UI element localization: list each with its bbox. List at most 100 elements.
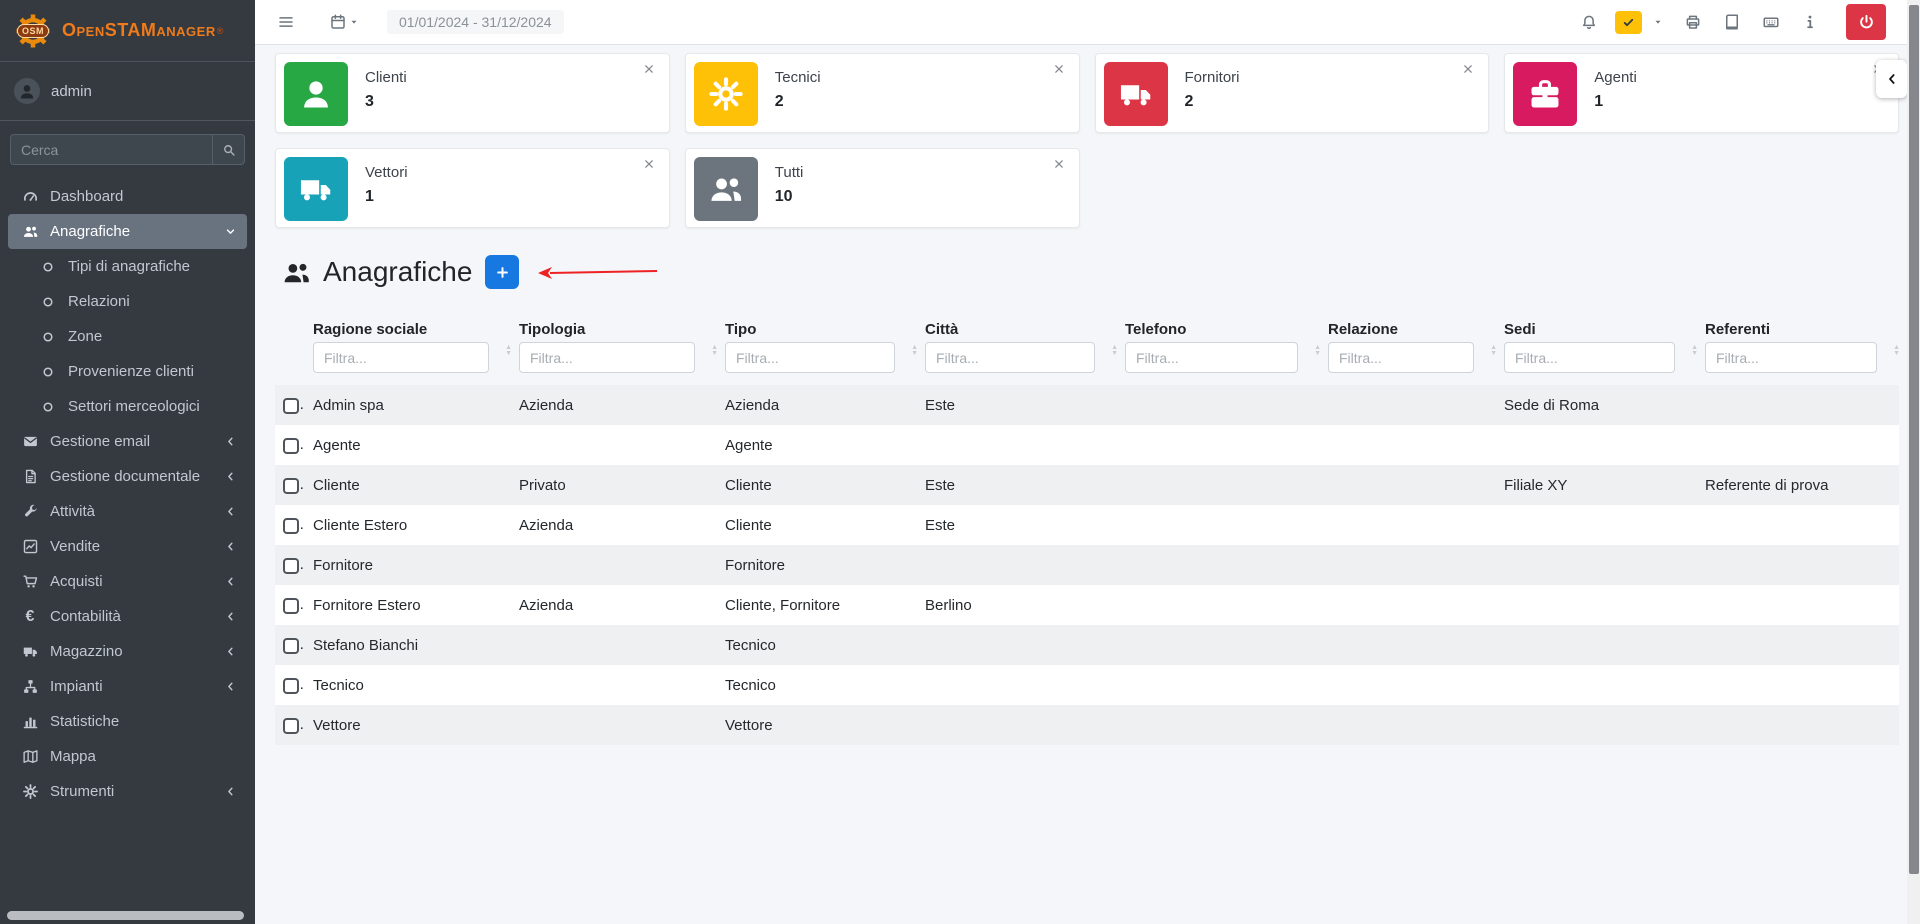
- date-range-label[interactable]: 01/01/2024 - 31/12/2024: [387, 10, 564, 34]
- cell-relazione: [1320, 505, 1496, 545]
- page-scrollbar-track[interactable]: [1907, 0, 1920, 924]
- sidebar-item-magazzino[interactable]: Magazzino: [8, 634, 247, 669]
- widgets-collapse-button[interactable]: [1876, 60, 1907, 98]
- sidebar-item-impianti[interactable]: Impianti: [8, 669, 247, 704]
- cell-tipologia: [511, 705, 717, 745]
- table-body: Admin spaAziendaAziendaEsteSede di RomaA…: [275, 385, 1899, 745]
- column-header-sedi[interactable]: Sedi: [1496, 319, 1697, 342]
- add-record-button[interactable]: [485, 255, 519, 289]
- cell-citt: Este: [917, 505, 1117, 545]
- sidebar-item-contabilit[interactable]: €Contabilità: [8, 599, 247, 634]
- filter-input-telefono[interactable]: [1125, 342, 1298, 373]
- circle-icon: [36, 365, 60, 379]
- row-checkbox[interactable]: [283, 518, 299, 534]
- filter-input-relazione[interactable]: [1328, 342, 1474, 373]
- keyboard-button[interactable]: [1758, 9, 1784, 35]
- search-button[interactable]: [212, 134, 245, 165]
- sidebar-item-anagrafiche[interactable]: Anagrafiche: [8, 214, 247, 249]
- sidebar-item-relazioni[interactable]: Relazioni: [8, 284, 247, 319]
- sidebar-item-gestione-documentale[interactable]: Gestione documentale: [8, 459, 247, 494]
- cell-sedi: [1496, 505, 1697, 545]
- table-row-stefano-bianchi[interactable]: Stefano BianchiTecnico: [275, 625, 1899, 665]
- sidebar-horizontal-scrollbar[interactable]: [7, 911, 244, 920]
- sidebar-item-mappa[interactable]: Mappa: [8, 739, 247, 774]
- column-header-citt[interactable]: Città: [917, 319, 1117, 342]
- plus-icon: [495, 265, 510, 280]
- column-header-tipo[interactable]: Tipo: [717, 319, 917, 342]
- sidebar-item-label: Settori merceologici: [68, 398, 200, 415]
- cell-relazione: [1320, 625, 1496, 665]
- cell-sedi: [1496, 585, 1697, 625]
- bell-button[interactable]: [1576, 9, 1602, 35]
- table-row-tecnico[interactable]: TecnicoTecnico: [275, 665, 1899, 705]
- sidebar-item-gestione-email[interactable]: Gestione email: [8, 424, 247, 459]
- widget-body: Vettori1: [365, 157, 408, 219]
- widget-card-tecnici[interactable]: Tecnici2: [685, 53, 1080, 133]
- sidebar-item-statistiche[interactable]: Statistiche: [8, 704, 247, 739]
- sidebar-item-zone[interactable]: Zone: [8, 319, 247, 354]
- row-checkbox[interactable]: [283, 638, 299, 654]
- filter-input-citt[interactable]: [925, 342, 1095, 373]
- sidebar-item-vendite[interactable]: Vendite: [8, 529, 247, 564]
- check-warning-button[interactable]: [1615, 11, 1642, 34]
- info-button[interactable]: [1797, 9, 1823, 35]
- brand[interactable]: OSM OpenSTAManager®: [0, 0, 255, 62]
- column-header-tipologia[interactable]: Tipologia: [511, 319, 717, 342]
- user-panel[interactable]: admin: [0, 62, 255, 121]
- row-checkbox[interactable]: [283, 398, 299, 414]
- sidebar-item-tipi-di-anagrafiche[interactable]: Tipi di anagrafiche: [8, 249, 247, 284]
- widget-close-button[interactable]: [1052, 62, 1066, 79]
- widget-close-button[interactable]: [642, 62, 656, 79]
- widget-card-vettori[interactable]: Vettori1: [275, 148, 670, 228]
- table-row-admin-spa[interactable]: Admin spaAziendaAziendaEsteSede di Roma: [275, 385, 1899, 425]
- filter-input-ragione-sociale[interactable]: [313, 342, 489, 373]
- row-checkbox[interactable]: [283, 558, 299, 574]
- filter-input-tipo[interactable]: [725, 342, 895, 373]
- table-row-fornitore-estero[interactable]: Fornitore EsteroAziendaCliente, Fornitor…: [275, 585, 1899, 625]
- widget-close-button[interactable]: [1052, 157, 1066, 174]
- filter-input-tipologia[interactable]: [519, 342, 695, 373]
- printer-button[interactable]: [1680, 9, 1706, 35]
- sidebar-item-strumenti[interactable]: Strumenti: [8, 774, 247, 809]
- column-header-referenti[interactable]: Referenti: [1697, 319, 1899, 342]
- row-checkbox[interactable]: [283, 598, 299, 614]
- sidebar-item-attivit[interactable]: Attività: [8, 494, 247, 529]
- widget-card-clienti[interactable]: Clienti3: [275, 53, 670, 133]
- chevron-left-icon: [224, 610, 237, 623]
- sidebar-item-settori-merceologici[interactable]: Settori merceologici: [8, 389, 247, 424]
- caret-down-icon[interactable]: [1647, 13, 1667, 31]
- table-row-cliente[interactable]: ClientePrivatoClienteEsteFiliale XYRefer…: [275, 465, 1899, 505]
- logout-power-button[interactable]: [1846, 4, 1886, 40]
- cell-sedi: [1496, 425, 1697, 465]
- row-checkbox[interactable]: [283, 718, 299, 734]
- column-header-telefono[interactable]: Telefono: [1117, 319, 1320, 342]
- widget-value: 1: [365, 188, 408, 206]
- row-checkbox[interactable]: [283, 478, 299, 494]
- column-header-ragione-sociale[interactable]: Ragione sociale: [305, 319, 511, 342]
- book-button[interactable]: [1719, 9, 1745, 35]
- search-input[interactable]: [10, 134, 212, 165]
- row-checkbox[interactable]: [283, 438, 299, 454]
- sort-carets-icon[interactable]: ▲▼: [1893, 345, 1900, 357]
- widget-card-fornitori[interactable]: Fornitori2: [1095, 53, 1490, 133]
- widget-card-agenti[interactable]: Agenti1: [1504, 53, 1899, 133]
- table-row-agente[interactable]: AgenteAgente: [275, 425, 1899, 465]
- sidebar-item-provenienze-clienti[interactable]: Provenienze clienti: [8, 354, 247, 389]
- widget-close-button[interactable]: [1461, 62, 1475, 79]
- page-scrollbar-thumb[interactable]: [1909, 5, 1919, 874]
- osm-gear-logo-icon: OSM: [12, 10, 54, 52]
- filter-input-referenti[interactable]: [1705, 342, 1877, 373]
- sidebar-toggle-button[interactable]: [273, 9, 299, 35]
- row-checkbox[interactable]: [283, 678, 299, 694]
- filter-input-sedi[interactable]: [1504, 342, 1675, 373]
- table-row-vettore[interactable]: VettoreVettore: [275, 705, 1899, 745]
- sidebar-item-dashboard[interactable]: Dashboard: [8, 179, 247, 214]
- widget-close-button[interactable]: [642, 157, 656, 174]
- column-header-relazione[interactable]: Relazione: [1320, 319, 1496, 342]
- calendar-button[interactable]: [325, 9, 363, 35]
- table-row-fornitore[interactable]: FornitoreFornitore: [275, 545, 1899, 585]
- circle-icon: [36, 400, 60, 414]
- sidebar-item-acquisti[interactable]: Acquisti: [8, 564, 247, 599]
- widget-card-tutti[interactable]: Tutti10: [685, 148, 1080, 228]
- table-row-cliente-estero[interactable]: Cliente EsteroAziendaClienteEste: [275, 505, 1899, 545]
